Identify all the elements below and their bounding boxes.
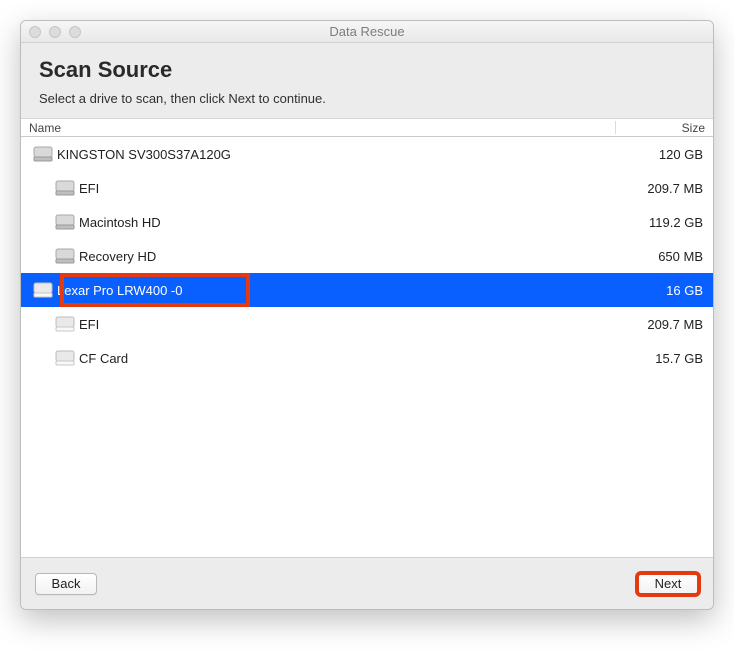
- next-button[interactable]: Next: [637, 573, 699, 595]
- drive-label: KINGSTON SV300S37A120G: [57, 147, 603, 162]
- back-button[interactable]: Back: [35, 573, 97, 595]
- drive-row-selected[interactable]: Lexar Pro LRW400 -016 GB: [21, 273, 713, 307]
- drive-label: Lexar Pro LRW400 -0: [57, 283, 603, 298]
- drive-row[interactable]: EFI209.7 MB: [21, 307, 713, 341]
- drive-icon: [51, 177, 79, 199]
- drive-row[interactable]: Macintosh HD119.2 GB: [21, 205, 713, 239]
- titlebar: Data Rescue: [21, 21, 713, 43]
- drive-icon: [51, 347, 79, 369]
- window-title: Data Rescue: [21, 24, 713, 39]
- drive-icon: [29, 143, 57, 165]
- drive-size: 15.7 GB: [603, 351, 703, 366]
- page-header: Scan Source Select a drive to scan, then…: [21, 43, 713, 119]
- page-title: Scan Source: [39, 57, 695, 83]
- drive-label: EFI: [79, 317, 603, 332]
- drive-label: EFI: [79, 181, 603, 196]
- drive-size: 119.2 GB: [603, 215, 703, 230]
- drive-row[interactable]: EFI209.7 MB: [21, 171, 713, 205]
- drive-size: 650 MB: [603, 249, 703, 264]
- drive-row[interactable]: Recovery HD650 MB: [21, 239, 713, 273]
- drive-icon: [29, 279, 57, 301]
- drive-size: 209.7 MB: [603, 317, 703, 332]
- drive-size: 16 GB: [603, 283, 703, 298]
- column-size[interactable]: Size: [615, 121, 705, 134]
- drive-label: CF Card: [79, 351, 603, 366]
- drive-size: 209.7 MB: [603, 181, 703, 196]
- drive-row[interactable]: CF Card15.7 GB: [21, 341, 713, 375]
- drive-size: 120 GB: [603, 147, 703, 162]
- column-headers: Name Size: [21, 119, 713, 137]
- drive-icon: [51, 313, 79, 335]
- drive-label: Macintosh HD: [79, 215, 603, 230]
- drive-icon: [51, 211, 79, 233]
- main-window: Data Rescue Scan Source Select a drive t…: [20, 20, 714, 610]
- drive-label: Recovery HD: [79, 249, 603, 264]
- drive-icon: [51, 245, 79, 267]
- drive-list[interactable]: KINGSTON SV300S37A120G120 GBEFI209.7 MBM…: [21, 137, 713, 557]
- drive-row[interactable]: KINGSTON SV300S37A120G120 GB: [21, 137, 713, 171]
- footer: Back Next: [21, 557, 713, 609]
- column-name[interactable]: Name: [29, 121, 615, 135]
- page-subtitle: Select a drive to scan, then click Next …: [39, 91, 695, 106]
